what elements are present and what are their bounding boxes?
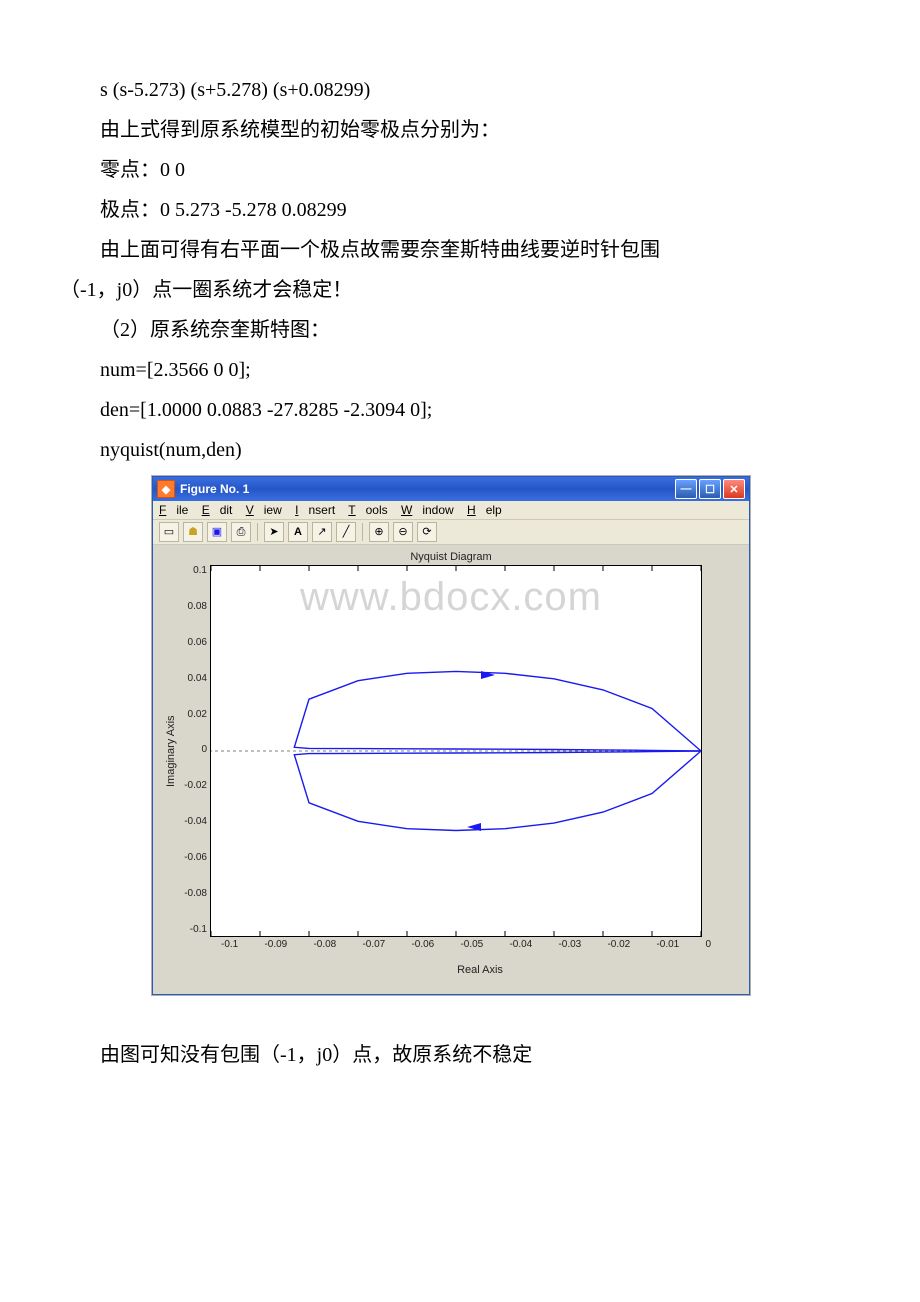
y-tick-label: -0.06 [177, 852, 207, 863]
text-icon[interactable]: A [288, 522, 308, 542]
x-tick-label: -0.03 [558, 939, 581, 950]
poles-line: 极点：0 5.273 -5.278 0.08299 [60, 190, 860, 230]
print-icon[interactable]: ⎙ [231, 522, 251, 542]
x-tick-label: -0.1 [221, 939, 238, 950]
y-tick-label: 0.08 [177, 601, 207, 612]
y-tick-label: -0.04 [177, 816, 207, 827]
y-tick-label: -0.08 [177, 888, 207, 899]
x-axis-ticks: -0.1 -0.09 -0.08 -0.07 -0.06 -0.05 -0.04 -0.03 -… [221, 939, 711, 950]
x-tick-label: -0.08 [313, 939, 336, 950]
y-axis-ticks: 0.1 0.08 0.06 0.04 0.02 0 -0.02 -0.04 -0.06 -0.08… [177, 565, 210, 935]
menu-window[interactable]: Window [401, 503, 454, 517]
open-icon[interactable]: ☗ [183, 522, 203, 542]
section-2-title: （2）原系统奈奎斯特图： [60, 310, 860, 350]
y-tick-label: 0.06 [177, 637, 207, 648]
y-tick-label: 0.1 [177, 565, 207, 576]
y-tick-label: -0.02 [177, 780, 207, 791]
x-tick-label: -0.05 [460, 939, 483, 950]
arrow-icon[interactable]: ↗ [312, 522, 332, 542]
menu-help[interactable]: Help [467, 503, 502, 517]
toolbar-separator [362, 523, 363, 541]
window-title: Figure No. 1 [180, 482, 675, 496]
save-icon[interactable]: ▣ [207, 522, 227, 542]
y-tick-label: -0.1 [177, 924, 207, 935]
matlab-figure-window: ◆ Figure No. 1 — ☐ ✕ File Edit View Inse… [152, 476, 750, 995]
code-num: num=[2.3566 0 0]; [60, 350, 860, 390]
x-tick-label: -0.06 [411, 939, 434, 950]
x-tick-label: -0.01 [656, 939, 679, 950]
toolbar-separator [257, 523, 258, 541]
menu-file[interactable]: File [159, 503, 188, 517]
new-icon[interactable]: ▭ [159, 522, 179, 542]
pointer-icon[interactable]: ➤ [264, 522, 284, 542]
matlab-icon: ◆ [157, 480, 175, 498]
equation-line: s (s-5.273) (s+5.278) (s+0.08299) [60, 70, 860, 110]
desc-zeros-poles: 由上式得到原系统模型的初始零极点分别为： [60, 110, 860, 150]
x-axis-label: Real Axis [221, 964, 739, 976]
y-tick-label: 0.04 [177, 673, 207, 684]
stability-note-2: （-1，j0）点一圈系统才会稳定！ [60, 270, 860, 310]
axes-box[interactable] [210, 565, 702, 937]
nyquist-series [294, 671, 701, 751]
menu-tools[interactable]: Tools [348, 503, 387, 517]
menu-bar: File Edit View Insert Tools Window Help [153, 501, 749, 520]
y-tick-label: 0.02 [177, 709, 207, 720]
stability-note-1: 由上面可得有右平面一个极点故需要奈奎斯特曲线要逆时针包围 [60, 230, 860, 270]
plot-area: www.bdocx.com Nyquist Diagram Imaginary … [153, 545, 749, 994]
zoom-in-icon[interactable]: ⊕ [369, 522, 389, 542]
menu-edit[interactable]: Edit [202, 503, 233, 517]
y-tick-label: 0 [177, 744, 207, 755]
menu-insert[interactable]: Insert [295, 503, 335, 517]
code-nyquist: nyquist(num,den) [60, 430, 860, 470]
nyquist-plot-svg [211, 566, 701, 936]
window-titlebar[interactable]: ◆ Figure No. 1 — ☐ ✕ [153, 477, 749, 501]
menu-view[interactable]: View [246, 503, 282, 517]
x-tick-label: 0 [705, 939, 711, 950]
code-den: den=[1.0000 0.0883 -27.8285 -2.3094 0]; [60, 390, 860, 430]
x-tick-label: -0.02 [607, 939, 630, 950]
nyquist-series [294, 751, 701, 831]
y-axis-label: Imaginary Axis [163, 565, 177, 937]
close-button[interactable]: ✕ [723, 479, 745, 499]
rotate-icon[interactable]: ⟳ [417, 522, 437, 542]
maximize-button[interactable]: ☐ [699, 479, 721, 499]
x-tick-label: -0.09 [264, 939, 287, 950]
conclusion-line: 由图可知没有包围（-1，j0）点，故原系统不稳定 [60, 1035, 860, 1075]
x-tick-label: -0.04 [509, 939, 532, 950]
line-icon[interactable]: ╱ [336, 522, 356, 542]
plot-title: Nyquist Diagram [163, 551, 739, 563]
x-tick-label: -0.07 [362, 939, 385, 950]
minimize-button[interactable]: — [675, 479, 697, 499]
toolbar: ▭ ☗ ▣ ⎙ ➤ A ↗ ╱ ⊕ ⊖ ⟳ [153, 520, 749, 545]
zeros-line: 零点：0 0 [60, 150, 860, 190]
zoom-out-icon[interactable]: ⊖ [393, 522, 413, 542]
